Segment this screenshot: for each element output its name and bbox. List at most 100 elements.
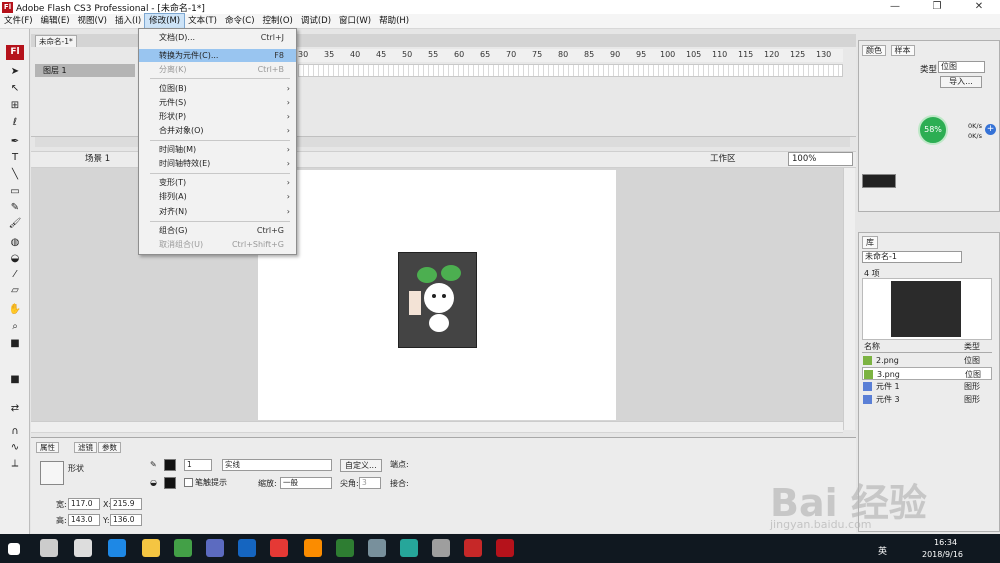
menu-modify[interactable]: 修改(M) [144, 12, 186, 30]
pencil-tool-icon[interactable]: ✎ [7, 201, 23, 215]
menu-item-ungroup[interactable]: 取消组合(U) Ctrl+Shift+G [139, 238, 296, 251]
file-explorer-icon[interactable] [142, 539, 160, 557]
frame-cells[interactable] [298, 64, 843, 77]
text-tool-icon[interactable]: T [7, 151, 23, 165]
menu-view[interactable]: 视图(V) [74, 14, 111, 29]
library-row[interactable]: 3.png 位图 [862, 367, 992, 380]
tab-swatches[interactable]: 样本 [890, 45, 915, 56]
tab-parameters[interactable]: 参数 [98, 442, 121, 453]
app-icon[interactable] [304, 539, 322, 557]
height-input[interactable]: 143.0 [68, 514, 100, 526]
app-icon[interactable] [400, 539, 418, 557]
menu-debug[interactable]: 调试(D) [297, 14, 335, 29]
lasso-tool-icon[interactable]: ℓ [7, 116, 23, 130]
menu-item-document[interactable]: 文档(D)... Ctrl+J [139, 31, 296, 44]
menu-item-convert-to-symbol[interactable]: 转换为元件(C)... F8 [139, 49, 296, 62]
menu-item-timeline[interactable]: 时间轴(M) › [139, 143, 296, 156]
menu-item-align[interactable]: 对齐(N) › [139, 205, 296, 218]
smooth-icon[interactable]: ∿ [7, 441, 23, 455]
menu-item-arrange[interactable]: 排列(A) › [139, 190, 296, 203]
library-document-select[interactable]: 未命名-1 [862, 251, 962, 263]
workspace-button[interactable]: 工作区 [710, 153, 736, 165]
clock-date[interactable]: 2018/9/16 [922, 550, 963, 559]
tab-color[interactable]: 颜色 [862, 45, 886, 56]
minimize-button[interactable]: — [874, 0, 916, 14]
net-speed-widget[interactable]: 58% [918, 115, 948, 145]
app-icon[interactable] [206, 539, 224, 557]
menu-item-timeline-effects[interactable]: 时间轴特效(E) › [139, 157, 296, 170]
snap-magnet-icon[interactable]: ∩ [7, 425, 23, 439]
edge-browser-icon[interactable] [108, 539, 126, 557]
swap-colors-icon[interactable]: ⇄ [7, 402, 23, 416]
brush-tool-icon[interactable]: 🖌 [7, 217, 23, 231]
menu-file[interactable]: 文件(F) [0, 14, 37, 29]
menu-item-group[interactable]: 组合(G) Ctrl+G [139, 224, 296, 237]
layer-row[interactable]: 图层 1 [35, 64, 135, 77]
menu-edit[interactable]: 编辑(E) [37, 14, 74, 29]
menu-item-combine-objects[interactable]: 合并对象(O) › [139, 124, 296, 137]
app-icon[interactable] [368, 539, 386, 557]
app-icon[interactable] [270, 539, 288, 557]
stroke-height-input[interactable]: 1 [184, 459, 212, 471]
close-button[interactable]: ✕ [958, 0, 1000, 14]
scene-label[interactable]: 场景 1 [85, 153, 110, 165]
col-type[interactable]: 类型 [964, 341, 980, 352]
app-icon[interactable] [464, 539, 482, 557]
line-tool-icon[interactable]: ╲ [7, 168, 23, 182]
start-windows-icon[interactable] [8, 543, 20, 555]
menu-control[interactable]: 控制(O) [259, 14, 297, 29]
zoom-tool-icon[interactable]: ⌕ [7, 320, 23, 334]
menu-commands[interactable]: 命令(C) [221, 14, 259, 29]
paint-bucket-tool-icon[interactable]: ◒ [7, 252, 23, 266]
stroke-style-select[interactable]: 实线 [222, 459, 332, 471]
subselection-tool-icon[interactable]: ↖ [7, 82, 23, 96]
menu-item-symbol[interactable]: 元件(S) › [139, 96, 296, 109]
bitmap-swatch[interactable] [862, 174, 896, 188]
library-row[interactable]: 元件 3 图形 [862, 393, 992, 406]
menu-item-transform[interactable]: 变形(T) › [139, 176, 296, 189]
zoom-select[interactable]: 100% [788, 152, 853, 166]
flash-taskbar-icon[interactable] [496, 539, 514, 557]
custom-stroke-button[interactable]: 自定义... [340, 459, 382, 472]
media-app-icon[interactable] [74, 539, 92, 557]
menu-help[interactable]: 帮助(H) [375, 14, 413, 29]
col-name[interactable]: 名称 [864, 341, 880, 352]
app-icon[interactable] [174, 539, 192, 557]
menu-item-shape[interactable]: 形状(P) › [139, 110, 296, 123]
library-row[interactable]: 2.png 位图 [862, 354, 992, 367]
menu-item-break-apart[interactable]: 分离(K) Ctrl+B [139, 63, 296, 76]
ink-bottle-tool-icon[interactable]: ◍ [7, 236, 23, 250]
x-input[interactable]: 215.9 [110, 498, 142, 510]
fill-color-swatch[interactable] [164, 477, 176, 489]
menu-item-bitmap[interactable]: 位图(B) › [139, 82, 296, 95]
menu-insert[interactable]: 插入(I) [111, 14, 145, 29]
import-button[interactable]: 导入... [940, 76, 982, 88]
menu-text[interactable]: 文本(T) [184, 14, 221, 29]
stroke-color-icon[interactable]: ■ [7, 337, 23, 351]
width-input[interactable]: 117.0 [68, 498, 100, 510]
tab-properties[interactable]: 属性 [36, 442, 59, 453]
menu-window[interactable]: 窗口(W) [335, 14, 375, 29]
app-icon[interactable] [432, 539, 450, 557]
selected-bitmap-shape[interactable] [398, 252, 477, 348]
miter-input[interactable]: 3 [359, 477, 381, 489]
eraser-tool-icon[interactable]: ▱ [7, 284, 23, 298]
rectangle-tool-icon[interactable]: ▭ [7, 185, 23, 199]
clock-time[interactable]: 16:34 [934, 538, 957, 547]
tab-library[interactable]: 库 [862, 236, 878, 249]
hand-tool-icon[interactable]: ✋ [7, 303, 23, 317]
add-icon[interactable]: + [985, 124, 996, 135]
document-tab[interactable]: 未命名-1* [35, 35, 77, 47]
ime-indicator[interactable]: 英 [878, 544, 887, 557]
taskview-icon[interactable] [40, 539, 58, 557]
fill-color-icon[interactable]: ■ [7, 373, 23, 387]
scale-select[interactable]: 一般 [280, 477, 332, 489]
eyedropper-tool-icon[interactable]: ⁄ [7, 268, 23, 282]
straighten-icon[interactable]: ⟂ [7, 457, 23, 471]
app-icon[interactable] [238, 539, 256, 557]
library-row[interactable]: 元件 1 图形 [862, 380, 992, 393]
stroke-hint-checkbox[interactable] [184, 478, 193, 487]
maximize-button[interactable]: ❐ [916, 0, 958, 14]
y-input[interactable]: 136.0 [110, 514, 142, 526]
stroke-color-swatch[interactable] [164, 459, 176, 471]
